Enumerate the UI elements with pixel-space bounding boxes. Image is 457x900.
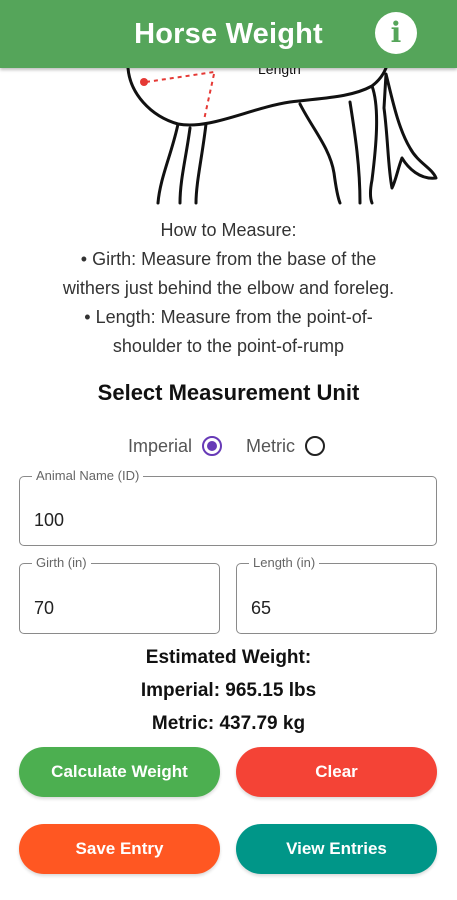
imperial-label[interactable]: Imperial [128, 436, 192, 457]
girth-field[interactable]: Girth (in) [19, 555, 220, 634]
length-field[interactable]: Length (in) [236, 555, 437, 634]
animal-name-field[interactable]: Animal Name (ID) [19, 468, 437, 546]
measure-instructions: How to Measure: • Girth: Measure from th… [20, 216, 437, 361]
girth-instruction: • Girth: Measure from the base of the wi… [62, 249, 395, 298]
imperial-radio[interactable] [202, 436, 223, 456]
length-input[interactable] [251, 598, 422, 619]
metric-label[interactable]: Metric [246, 436, 295, 457]
animal-name-label: Animal Name (ID) [32, 468, 144, 483]
app-title: Horse Weight [134, 17, 323, 50]
calculate-weight-button[interactable]: Calculate Weight [19, 747, 220, 797]
info-button[interactable]: i [375, 12, 417, 54]
view-entries-button[interactable]: View Entries [236, 824, 437, 874]
app-bar: Horse Weight i [0, 0, 457, 68]
girth-input[interactable] [34, 598, 205, 619]
girth-label: Girth (in) [32, 555, 91, 570]
info-icon: i [390, 16, 402, 49]
metric-result: Metric: 437.79 kg [151, 713, 306, 734]
clear-label: Clear [315, 762, 358, 781]
clear-button[interactable]: Clear [236, 747, 437, 797]
horse-measurement-illustration: Length [126, 68, 438, 205]
length-field-label: Length (in) [249, 555, 320, 570]
estimated-weight-heading: Estimated Weight: [145, 647, 312, 668]
length-instruction: • Length: Measure from the point-of- sho… [84, 307, 373, 356]
unit-selector: Imperial Metric [0, 432, 457, 460]
instructions-heading: How to Measure: [160, 220, 297, 240]
calculate-weight-label: Calculate Weight [51, 762, 188, 781]
save-entry-label: Save Entry [75, 839, 164, 858]
animal-name-input[interactable] [34, 510, 422, 531]
metric-radio[interactable] [305, 436, 326, 456]
view-entries-label: View Entries [286, 839, 387, 858]
imperial-result: Imperial: 965.15 lbs [140, 680, 317, 701]
unit-section-title: Select Measurement Unit [97, 380, 360, 405]
length-label: Length [258, 68, 301, 77]
save-entry-button[interactable]: Save Entry [19, 824, 220, 874]
